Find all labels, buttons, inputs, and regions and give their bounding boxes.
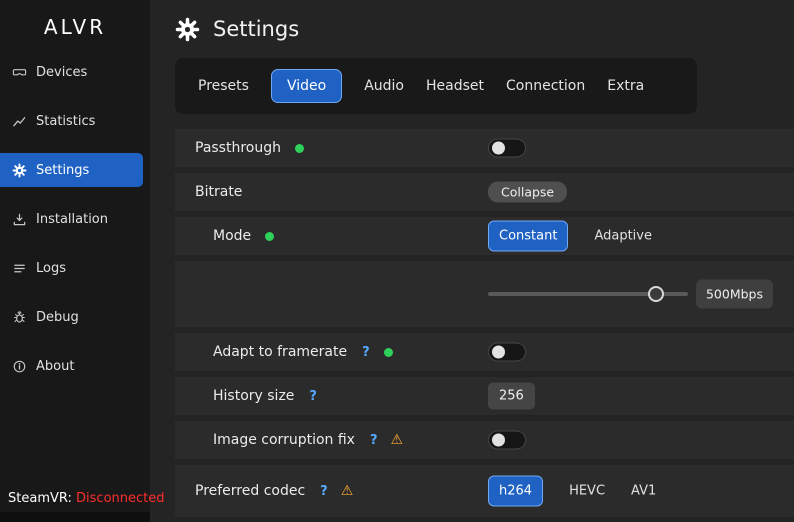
sidebar-nav: Devices Statistics Settings Installation: [0, 55, 150, 383]
setting-label: Passthrough: [195, 140, 281, 156]
image-corruption-fix-toggle[interactable]: [488, 431, 526, 450]
info-icon: [12, 359, 27, 374]
history-size-value[interactable]: 256: [488, 383, 535, 410]
settings-list: Passthrough Bitrate Collapse Mode: [175, 129, 794, 517]
setting-row-adapt-to-framerate: Adapt to framerate ?: [175, 333, 794, 371]
page-title: Settings: [213, 17, 299, 41]
bitrate-value-chip[interactable]: 500Mbps: [696, 280, 773, 309]
gear-icon: [12, 163, 27, 178]
setting-label: Preferred codec: [195, 483, 305, 499]
sidebar-item-devices[interactable]: Devices: [0, 55, 150, 89]
setting-label: Image corruption fix: [213, 432, 355, 448]
passthrough-toggle[interactable]: [488, 139, 526, 158]
tab-audio[interactable]: Audio: [364, 70, 404, 102]
modified-dot-icon: [265, 232, 274, 241]
sidebar: ALVR Devices Statistics Settings: [0, 0, 150, 522]
modified-dot-icon: [295, 144, 304, 153]
tab-video[interactable]: Video: [271, 69, 342, 103]
setting-row-image-corruption-fix: Image corruption fix ? ⚠: [175, 421, 794, 459]
setting-row-history-size: History size ? 256: [175, 377, 794, 415]
modified-dot-icon: [384, 348, 393, 357]
warning-icon: ⚠: [391, 432, 404, 448]
setting-label: Mode: [213, 228, 251, 244]
sidebar-item-about[interactable]: About: [0, 349, 150, 383]
setting-label: History size: [213, 388, 294, 404]
help-icon[interactable]: ?: [309, 389, 317, 404]
logs-icon: [12, 261, 27, 276]
mode-option-adaptive[interactable]: Adaptive: [594, 229, 652, 244]
mode-option-constant[interactable]: Constant: [488, 221, 568, 252]
steamvr-status: SteamVR: Disconnected: [8, 491, 165, 506]
toggle-knob-icon: [492, 434, 505, 447]
sidebar-item-label: Logs: [36, 261, 66, 276]
bitrate-slider: [488, 285, 688, 303]
bitrate-slider-handle[interactable]: [648, 286, 664, 302]
help-icon[interactable]: ?: [370, 433, 378, 448]
sidebar-item-statistics[interactable]: Statistics: [0, 104, 150, 138]
steamvr-label: SteamVR:: [8, 491, 72, 506]
toggle-knob-icon: [492, 346, 505, 359]
sidebar-item-label: Settings: [36, 163, 89, 178]
install-icon: [12, 212, 27, 227]
setting-row-bitrate-slider: 500Mbps: [175, 261, 794, 327]
sidebar-item-settings[interactable]: Settings: [0, 153, 143, 187]
codec-option-hevc[interactable]: HEVC: [569, 484, 605, 499]
sidebar-item-label: Installation: [36, 212, 108, 227]
setting-label: Bitrate: [195, 184, 242, 200]
setting-row-preferred-codec: Preferred codec ? ⚠ h264 HEVC AV1: [175, 465, 794, 517]
sidebar-item-label: About: [36, 359, 74, 374]
tab-presets[interactable]: Presets: [198, 70, 249, 102]
help-icon[interactable]: ?: [320, 484, 328, 499]
warning-icon: ⚠: [341, 483, 354, 499]
toggle-knob-icon: [492, 142, 505, 155]
page-header: Settings: [175, 0, 794, 58]
adapt-to-framerate-toggle[interactable]: [488, 343, 526, 362]
headset-icon: [12, 65, 27, 80]
gear-icon: [175, 17, 200, 42]
sidebar-item-label: Devices: [36, 65, 87, 80]
chart-icon: [12, 114, 27, 129]
codec-option-h264[interactable]: h264: [488, 476, 543, 507]
bug-icon: [12, 310, 27, 325]
tab-bar: Presets Video Audio Headset Connection E…: [175, 58, 697, 114]
setting-row-mode: Mode Constant Adaptive: [175, 217, 794, 255]
tab-extra[interactable]: Extra: [607, 70, 644, 102]
sidebar-item-label: Statistics: [36, 114, 95, 129]
codec-option-av1[interactable]: AV1: [631, 484, 656, 499]
setting-label: Adapt to framerate: [213, 344, 347, 360]
sidebar-bottom-strip[interactable]: [0, 512, 150, 522]
sidebar-item-debug[interactable]: Debug: [0, 300, 150, 334]
sidebar-item-logs[interactable]: Logs: [0, 251, 150, 285]
tab-headset[interactable]: Headset: [426, 70, 484, 102]
sidebar-item-installation[interactable]: Installation: [0, 202, 150, 236]
sidebar-item-label: Debug: [36, 310, 79, 325]
app-title: ALVR: [0, 0, 150, 39]
help-icon[interactable]: ?: [362, 345, 370, 360]
collapse-button[interactable]: Collapse: [488, 182, 567, 203]
setting-row-passthrough: Passthrough: [175, 129, 794, 167]
tab-connection[interactable]: Connection: [506, 70, 585, 102]
settings-page: Settings Presets Video Audio Headset Con…: [150, 0, 794, 522]
alvr-window: ALVR Devices Statistics Settings: [0, 0, 794, 522]
setting-row-bitrate: Bitrate Collapse: [175, 173, 794, 211]
